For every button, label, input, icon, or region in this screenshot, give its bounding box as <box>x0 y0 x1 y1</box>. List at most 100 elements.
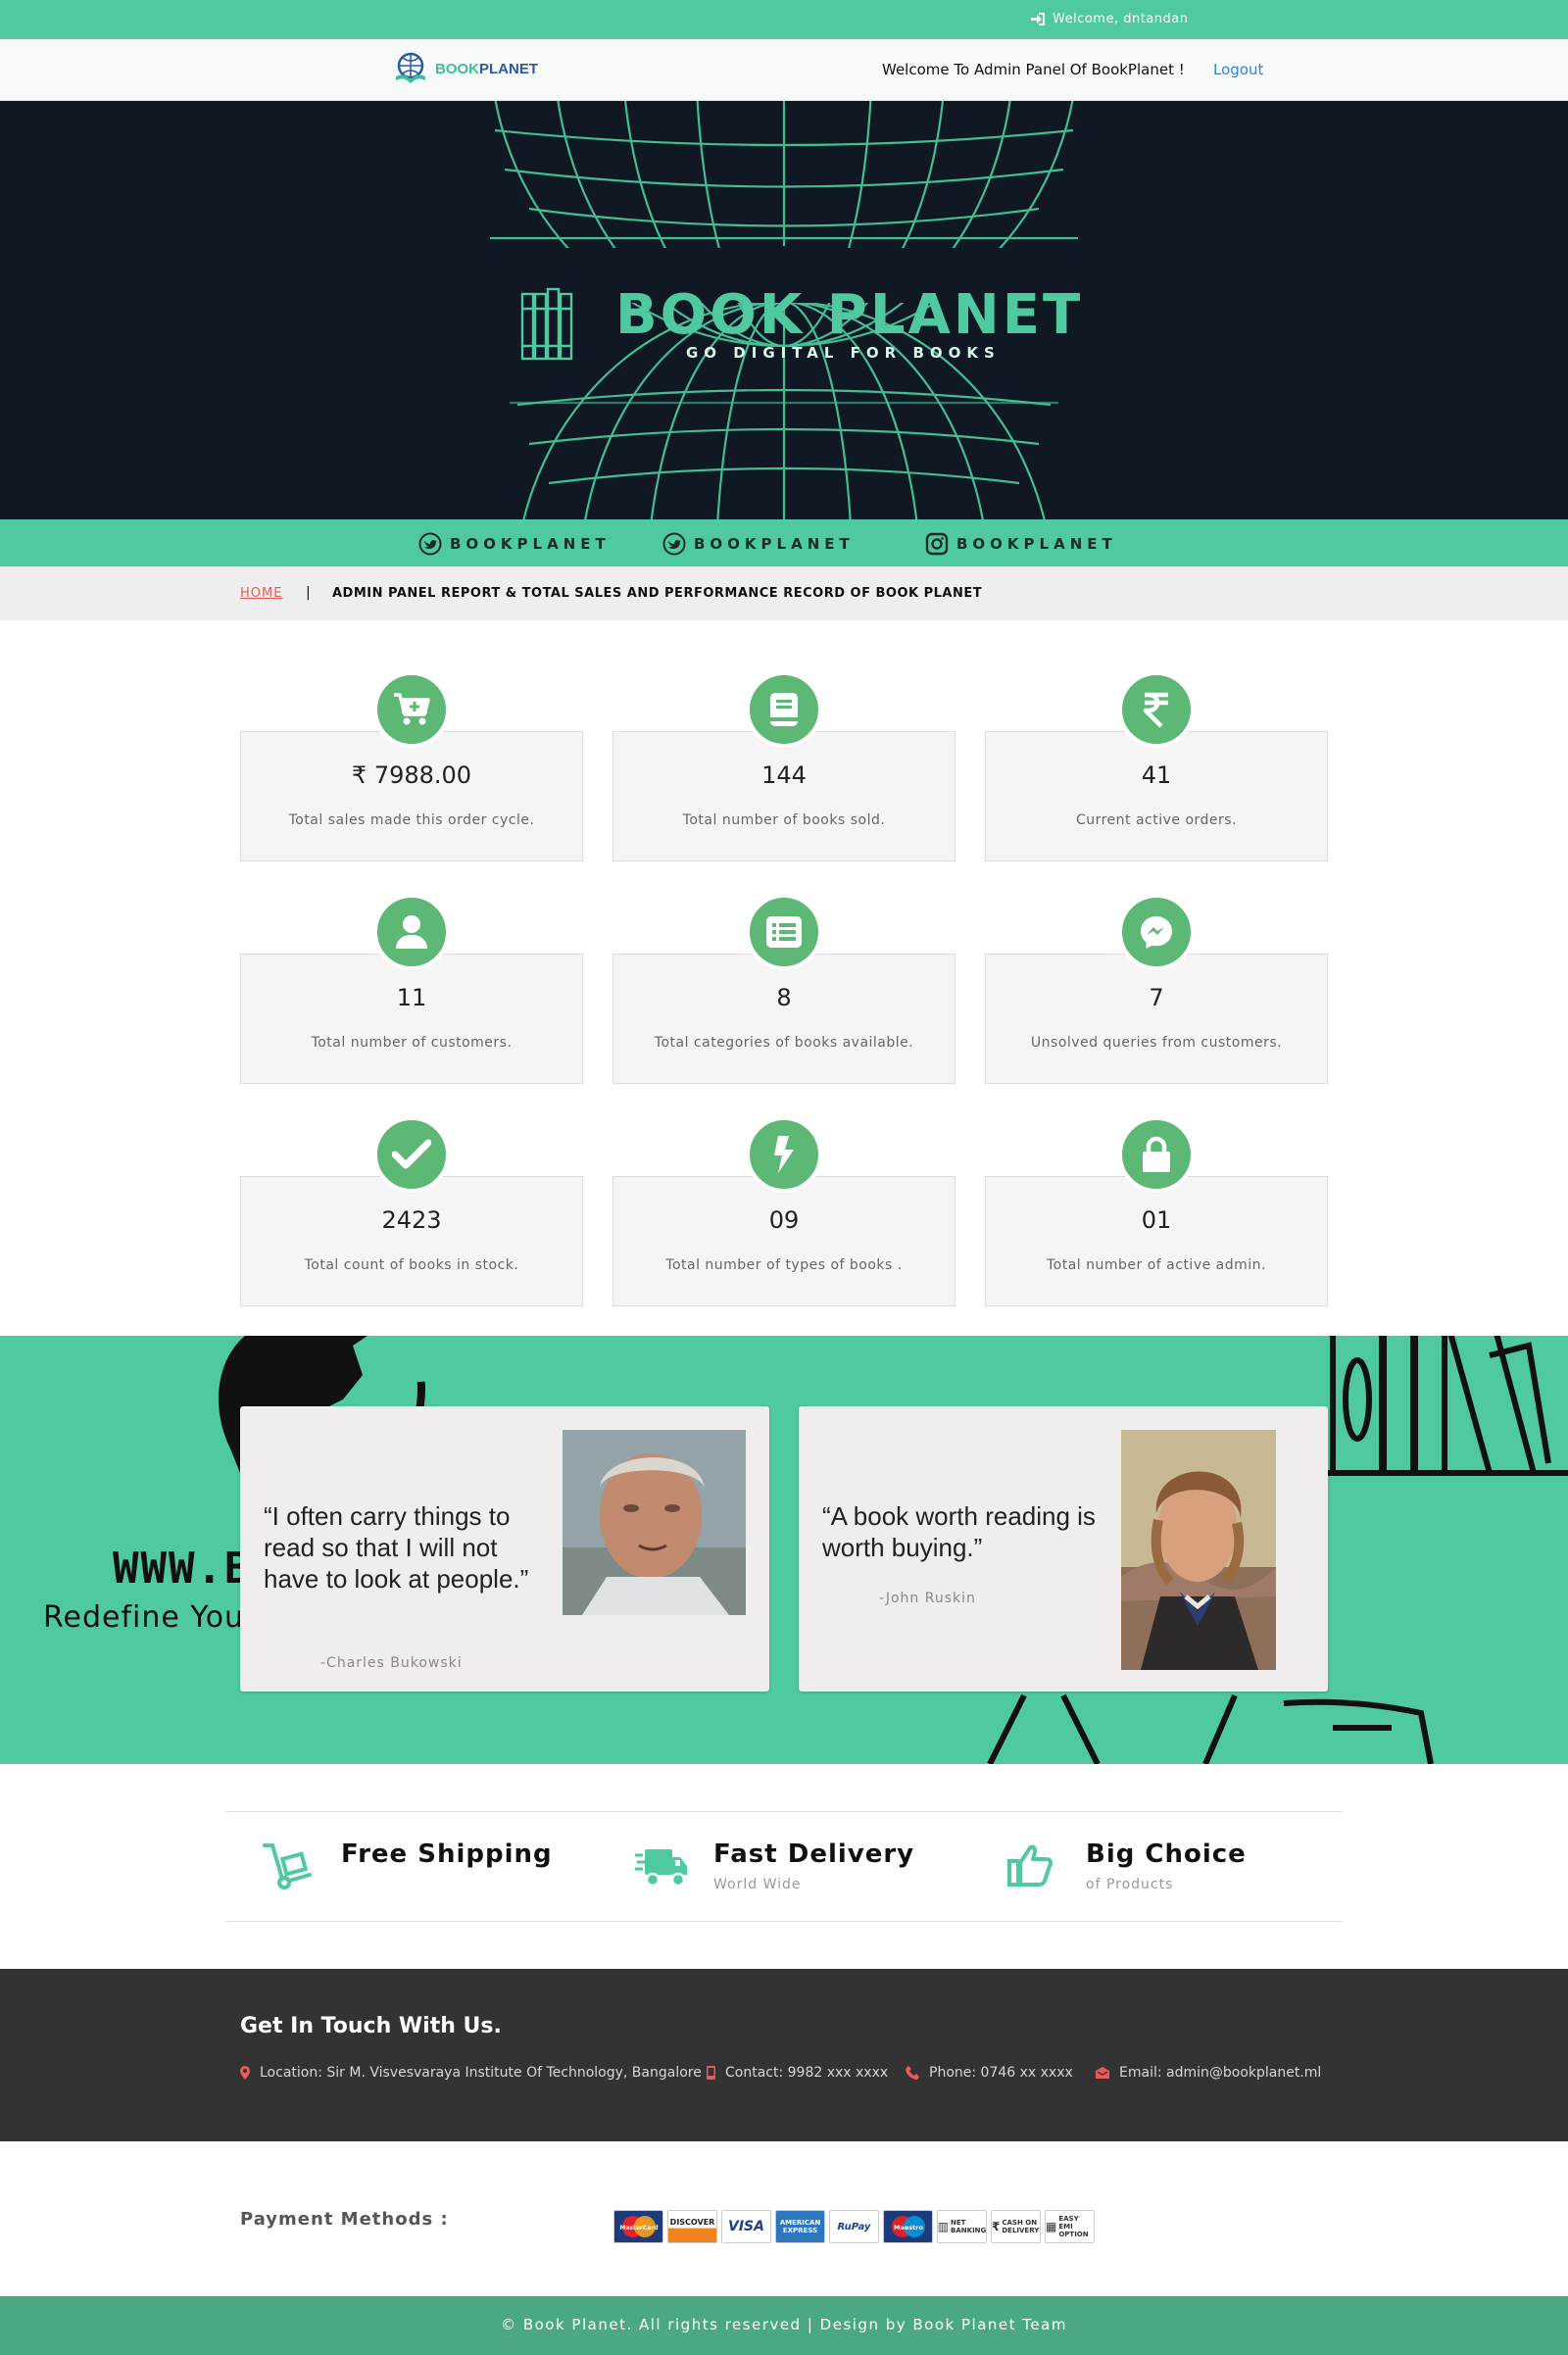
feature-title: Fast Delivery <box>713 1840 915 1869</box>
instagram-icon <box>925 532 949 556</box>
header: BOOKPLANET Welcome To Admin Panel Of Boo… <box>0 39 1568 101</box>
logo-part-planet: PLANET <box>479 60 538 77</box>
stat-value: 7 <box>1149 984 1164 1011</box>
thumbs-up-icon <box>1007 1844 1053 1887</box>
contact-email-text: Email: admin@bookplanet.ml <box>1119 2065 1322 2081</box>
features-strip: Free Shipping Fast Delivery World Wide B… <box>225 1811 1343 1922</box>
amex-logo: AMERICAN EXPRESS <box>775 2210 825 2243</box>
net-banking-text: NET BANKING <box>951 2219 987 2234</box>
hero-brand-title: BOOK PLANET <box>615 283 1084 347</box>
facebook-icon <box>662 532 686 556</box>
contact-phone-text: Phone: 0746 xx xxxx <box>929 2065 1073 2081</box>
quote-author: -Charles Bukowski <box>320 1655 463 1671</box>
rupay-logo: RuPay <box>829 2210 879 2243</box>
dolly-icon <box>263 1843 312 1889</box>
cart-plus-icon <box>373 671 450 748</box>
contact-location-text: Location: Sir M. Visvesvaraya Institute … <box>260 2065 702 2081</box>
welcome-text: Welcome, dntandan <box>1053 12 1189 26</box>
calculator-icon: ▦ <box>1046 2220 1057 2233</box>
feature-title: Big Choice <box>1086 1840 1247 1869</box>
logout-link[interactable]: Logout <box>1213 61 1263 78</box>
quote-author: -John Ruskin <box>879 1591 976 1606</box>
quotes-section: WWW.B Redefine You “I often carry things… <box>0 1336 1568 1764</box>
visa-logo: VISA <box>721 2210 771 2243</box>
cod-text: CASH ON DELIVERY <box>1002 2219 1040 2234</box>
stat-card-books-sold: 144 Total number of books sold. <box>612 731 956 861</box>
stat-description: Total number of active admin. <box>1046 1257 1266 1273</box>
stat-card-stock: 2423 Total count of books in stock. <box>240 1176 583 1306</box>
social-link-twitter[interactable]: BOOKPLANET <box>418 532 611 556</box>
logo-part-book: BOOK <box>435 60 479 77</box>
stat-description: Total number of books sold. <box>682 812 886 828</box>
quote-text: “A book worth reading is worth buying.” <box>822 1501 1096 1562</box>
stat-value: 11 <box>396 984 427 1011</box>
discover-logo: DISCOVER <box>667 2210 717 2243</box>
book-icon <box>746 671 822 748</box>
background-url-text: WWW.B <box>113 1544 253 1594</box>
stat-card-admins: 01 Total number of active admin. <box>985 1176 1328 1306</box>
user-icon <box>373 894 450 970</box>
list-icon <box>746 894 822 970</box>
stat-value: 8 <box>776 984 792 1011</box>
payment-methods-label: Payment Methods : <box>240 2209 449 2230</box>
quote-text: “I often carry things to read so that I … <box>264 1501 529 1594</box>
svg-text:Maestro: Maestro <box>894 2224 923 2232</box>
footer: © Book Planet. All rights reserved | Des… <box>0 2296 1568 2355</box>
contact-mobile-text: Contact: 9982 xxx xxxx <box>725 2065 889 2081</box>
rupee-small-icon: ₹ <box>992 2220 1001 2233</box>
site-logo[interactable]: BOOKPLANET <box>392 51 538 86</box>
stat-card-active-orders: 41 Current active orders. <box>985 731 1328 861</box>
net-banking-logo: ▥ NET BANKING <box>937 2210 987 2243</box>
visa-text: VISA <box>728 2219 764 2234</box>
discover-text: DISCOVER <box>669 2217 715 2227</box>
lock-icon <box>1118 1116 1195 1193</box>
sign-in-icon <box>1031 13 1045 25</box>
breadcrumb-title: ADMIN PANEL REPORT & TOTAL SALES AND PER… <box>332 586 983 601</box>
payment-methods-list: MasterCard DISCOVER VISA AMERICAN EXPRES… <box>613 2210 1095 2243</box>
social-bar: BOOKPLANET BOOKPLANET BOOKPLANET <box>0 519 1568 566</box>
stat-card-total-sales: ₹ 7988.00 Total sales made this order cy… <box>240 731 583 861</box>
author-portrait-ruskin <box>1121 1430 1276 1670</box>
breadcrumb: HOME | ADMIN PANEL REPORT & TOTAL SALES … <box>0 566 1568 620</box>
stat-value: 01 <box>1141 1206 1172 1234</box>
contact-section: Get In Touch With Us. Location: Sir M. V… <box>0 1969 1568 2141</box>
author-portrait-bukowski <box>563 1430 746 1615</box>
stat-value: ₹ 7988.00 <box>351 761 472 789</box>
social-label-facebook: BOOKPLANET <box>694 535 855 553</box>
envelope-icon <box>1096 2067 1109 2079</box>
logo-text: BOOKPLANET <box>435 61 538 77</box>
stat-description: Total number of types of books . <box>665 1257 903 1273</box>
breadcrumb-home-link[interactable]: HOME <box>240 586 282 601</box>
messenger-icon <box>1118 894 1195 970</box>
feature-subtitle: of Products <box>1086 1877 1174 1892</box>
social-label-instagram: BOOKPLANET <box>956 535 1117 553</box>
rupay-text: RuPay <box>837 2221 871 2232</box>
bolt-icon <box>746 1116 822 1193</box>
stat-card-categories: 8 Total categories of books available. <box>612 954 956 1084</box>
copyright-text: © Book Planet. All rights reserved | Des… <box>501 2316 1067 2333</box>
check-icon <box>373 1116 450 1193</box>
maestro-logo: Maestro <box>883 2210 933 2243</box>
hero-banner: BOOK PLANET GO DIGITAL FOR BOOKS <box>0 101 1568 519</box>
rupee-icon <box>1118 671 1195 748</box>
social-link-facebook[interactable]: BOOKPLANET <box>662 532 855 556</box>
bank-icon: ▥ <box>937 2220 950 2233</box>
contact-phone: Phone: 0746 xx xxxx <box>906 2065 1073 2081</box>
phone-icon <box>906 2066 919 2080</box>
breadcrumb-separator: | <box>306 585 311 601</box>
cash-on-delivery-logo: ₹ CASH ON DELIVERY <box>991 2210 1041 2243</box>
svg-text:MasterCard: MasterCard <box>619 2225 658 2232</box>
contact-mobile: Contact: 9982 xxx xxxx <box>707 2065 888 2081</box>
hero-tagline: GO DIGITAL FOR BOOKS <box>686 344 1001 362</box>
easy-emi-logo: ▦ EASY EMI OPTION <box>1045 2210 1095 2243</box>
quote-card-ruskin: “A book worth reading is worth buying.” … <box>799 1406 1328 1692</box>
truck-icon <box>635 1849 687 1888</box>
contact-location: Location: Sir M. Visvesvaraya Institute … <box>240 2065 702 2081</box>
admin-welcome-title: Welcome To Admin Panel Of BookPlanet ! <box>882 61 1185 78</box>
top-bar: Welcome, dntandan <box>0 0 1568 39</box>
stat-value: 09 <box>768 1206 800 1234</box>
welcome-message: Welcome, dntandan <box>1031 12 1188 26</box>
stat-card-book-types: 09 Total number of types of books . <box>612 1176 956 1306</box>
social-link-instagram[interactable]: BOOKPLANET <box>925 532 1117 556</box>
stat-value: 41 <box>1141 761 1172 789</box>
